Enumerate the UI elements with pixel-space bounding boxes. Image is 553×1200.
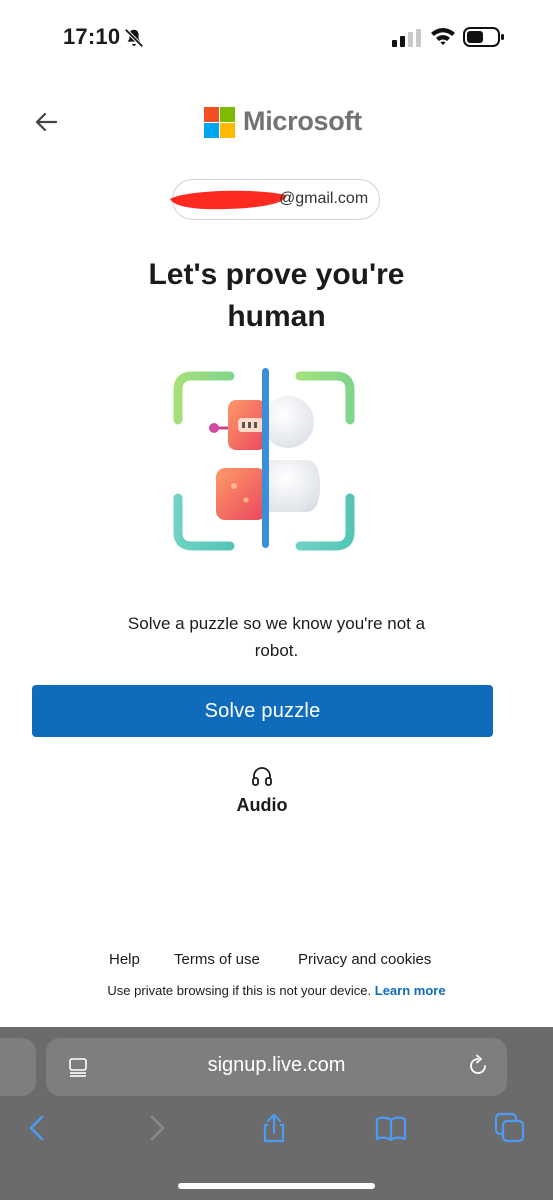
battery-icon (463, 27, 504, 47)
footer-note: Use private browsing if this is not your… (0, 983, 553, 998)
solve-puzzle-button[interactable]: Solve puzzle (32, 685, 493, 737)
footer-link-terms[interactable]: Terms of use (174, 951, 260, 968)
bookmarks-icon[interactable] (375, 1112, 407, 1144)
description-line1: Solve a puzzle so we know you're not a (127, 614, 426, 633)
footer-note-text: Use private browsing if this is not your… (107, 983, 372, 998)
wifi-icon (431, 28, 455, 45)
redaction-mark (170, 190, 287, 210)
robot-human-illustration-icon (173, 368, 355, 551)
bell-muted-icon (124, 28, 144, 48)
headphones-icon (252, 767, 272, 786)
solve-puzzle-label: Solve puzzle (204, 699, 321, 722)
learn-more-link[interactable]: Learn more (375, 983, 446, 998)
audio-label: Audio (236, 795, 288, 815)
page-title-line1: Let's prove you're (148, 258, 405, 291)
brand-name: Microsoft (243, 106, 362, 136)
home-indicator (178, 1183, 375, 1189)
reload-icon[interactable] (466, 1054, 490, 1078)
footer-link-help[interactable]: Help (109, 951, 140, 968)
cellular-signal-icon (392, 29, 421, 47)
page-title: Let's prove you're human (0, 254, 553, 338)
share-icon[interactable] (258, 1112, 290, 1144)
page-title-line2: human (227, 300, 326, 333)
tabs-icon[interactable] (494, 1112, 526, 1144)
back-arrow-icon[interactable] (32, 108, 60, 136)
forward-chevron-icon[interactable] (140, 1112, 172, 1144)
account-email: @gmail.com (279, 190, 369, 207)
microsoft-logo-icon (204, 107, 235, 138)
audio-challenge-button[interactable]: Audio (222, 760, 302, 820)
description-line2: robot. (254, 641, 299, 660)
footer-link-privacy[interactable]: Privacy and cookies (298, 951, 431, 968)
status-time: 17:10 (63, 24, 121, 49)
description: Solve a puzzle so we know you're not a r… (90, 610, 463, 664)
back-chevron-icon[interactable] (22, 1112, 54, 1144)
status-bar: 17:10 (0, 0, 553, 76)
